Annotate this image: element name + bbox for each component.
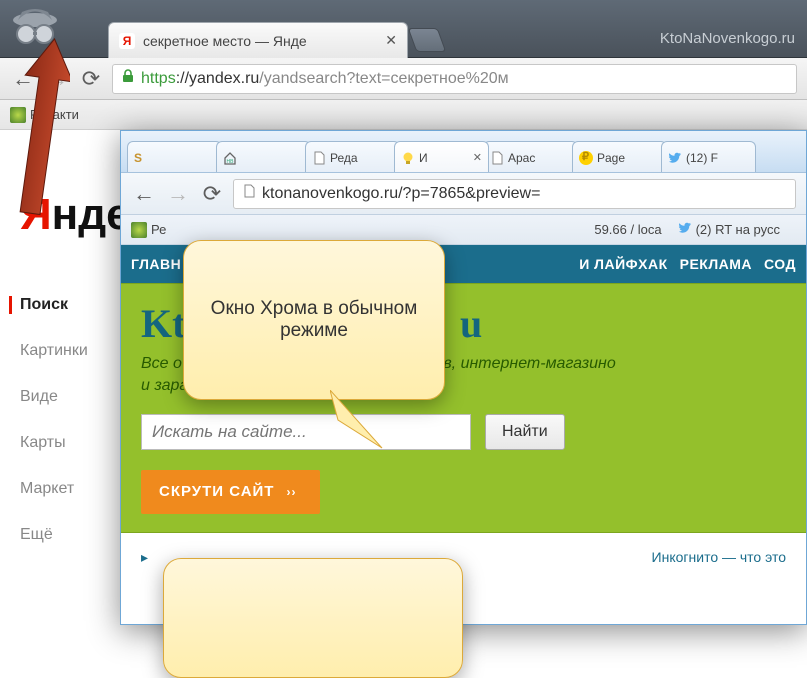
lock-icon [121, 69, 135, 88]
inner-tab-1[interactable]: НВ [216, 141, 311, 173]
url-scheme: https [141, 70, 176, 88]
twitter-icon [678, 221, 692, 238]
tab-title: секретное место — Янде [143, 33, 379, 49]
document-icon [242, 184, 256, 203]
forward-button[interactable]: → [165, 181, 191, 207]
annotation-callout: Окно Хрома в обычном режиме [183, 240, 445, 400]
browser-tab-active[interactable]: Я секретное место — Янде ✕ [108, 22, 408, 58]
inner-tab-0[interactable]: S [127, 141, 222, 173]
nav-link[interactable]: СОД [758, 256, 802, 272]
document-icon [312, 151, 326, 165]
callout-text: Окно Хрома в обычном режиме [206, 298, 422, 342]
promo-button[interactable]: СКРУТИ САЙТ ›› [141, 470, 320, 514]
watermark-text: KtoNaNovenkogo.ru [660, 30, 795, 47]
ruble-icon: ₽ [579, 151, 593, 165]
inner-tab-5[interactable]: ₽ Page [572, 141, 667, 173]
title-right: u [460, 301, 482, 346]
url-host: ://yandex.ru [176, 70, 260, 88]
inner-tab-row: S НВ Реда [127, 141, 750, 173]
inner-tab-2[interactable]: Реда [305, 141, 400, 173]
url-path: /yandsearch?text=секретное%20м [259, 70, 508, 88]
search-button[interactable]: Найти [485, 414, 565, 450]
nav-link[interactable]: И ЛАЙФХАК [573, 256, 673, 272]
bookmark-item[interactable]: Ре [131, 222, 166, 238]
bulb-icon [401, 151, 415, 165]
bookmark-label: 59.66 / loca [594, 222, 661, 237]
outer-toolbar: ← → ⟳ https ://yandex.ru /yandsearch?tex… [0, 58, 807, 100]
address-bar[interactable]: https ://yandex.ru /yandsearch?text=секр… [112, 64, 797, 94]
annotation-callout-secondary [163, 558, 463, 678]
outer-bookmarks-bar: Редакти [0, 100, 807, 130]
search-input[interactable] [141, 414, 471, 450]
annotation-arrow [14, 38, 70, 223]
tab-label: Apac [508, 151, 535, 165]
url-text: ktonanovenkogo.ru/?p=7865&preview= [262, 185, 540, 203]
nav-link[interactable]: РЕКЛАМА [674, 256, 758, 272]
svg-text:Я: Я [123, 34, 132, 48]
bookmark-label: (2) RT на русс [696, 222, 780, 237]
tab-label: Реда [330, 151, 358, 165]
house-icon: НВ [223, 151, 237, 165]
reload-button[interactable]: ⟳ [199, 181, 225, 207]
outer-titlebar: Я секретное место — Янде ✕ KtoNaNovenkog… [0, 0, 807, 58]
incognito-browser-window: Я секретное место — Янде ✕ KtoNaNovenkog… [0, 0, 807, 625]
tab-label: Page [597, 151, 625, 165]
inner-titlebar: S НВ Реда [121, 131, 806, 173]
inner-tab-4[interactable]: Apac [483, 141, 578, 173]
breadcrumb-arrow-icon: ▸ [141, 549, 148, 566]
chevron-right-icon: ›› [286, 485, 296, 499]
bookmark-item[interactable]: (2) RT на русс [678, 221, 780, 238]
close-icon[interactable]: ✕ [473, 151, 482, 164]
inner-tab-3-active[interactable]: И ✕ [394, 141, 489, 173]
inner-tab-6[interactable]: (12) F [661, 141, 756, 173]
bookmark-label: Ре [151, 222, 166, 237]
twitter-icon [668, 151, 682, 165]
document-icon [490, 151, 504, 165]
back-button[interactable]: ← [131, 181, 157, 207]
promo-label: СКРУТИ САЙТ [159, 483, 274, 500]
tab-favicon: S [134, 151, 148, 165]
site-search-row: Найти [141, 414, 786, 450]
tab-label: (12) F [686, 151, 718, 165]
bookmark-favicon [131, 222, 147, 238]
reload-button[interactable]: ⟳ [78, 66, 104, 92]
new-tab-button[interactable] [408, 28, 447, 52]
tab-label: И [419, 151, 428, 165]
yandex-favicon: Я [119, 33, 135, 49]
svg-text:НВ: НВ [227, 159, 235, 165]
close-icon[interactable]: ✕ [385, 32, 397, 49]
inner-toolbar: ← → ⟳ ktonanovenkogo.ru/?p=7865&preview= [121, 173, 806, 215]
article-link[interactable]: Инкогнито — что это [652, 549, 786, 566]
nav-link[interactable]: ГЛАВН [125, 256, 187, 272]
bookmark-item[interactable]: 59.66 / loca [594, 222, 661, 237]
address-bar[interactable]: ktonanovenkogo.ru/?p=7865&preview= [233, 179, 796, 209]
title-left: Kt [141, 301, 185, 346]
